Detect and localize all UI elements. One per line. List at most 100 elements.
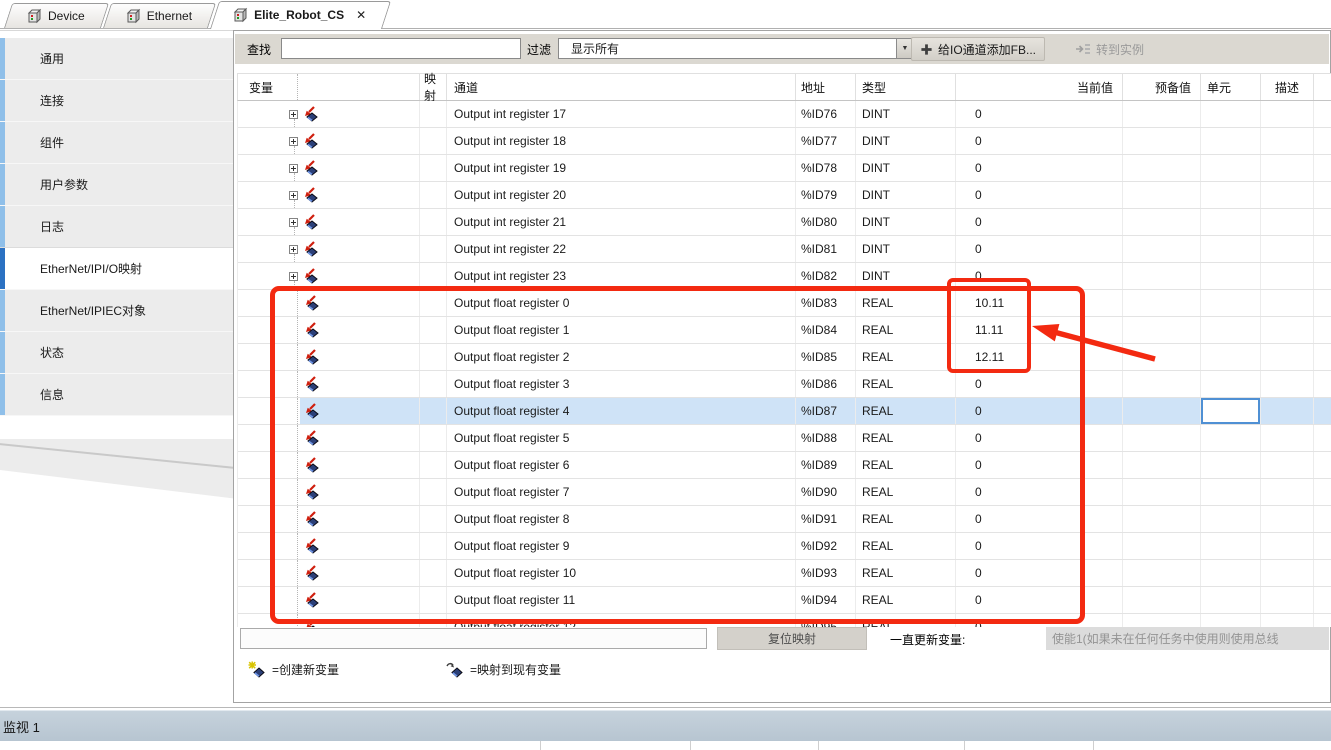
table-row[interactable]: Output float register 2 %ID85 REAL 12.11 xyxy=(238,344,1331,371)
description-cell xyxy=(1261,209,1314,235)
sidebar-item[interactable]: EtherNet/IPI/O映射 xyxy=(0,248,234,290)
prepared-value-cell xyxy=(1123,155,1201,181)
unit-cell[interactable] xyxy=(1201,506,1261,532)
spare-cell xyxy=(1314,425,1331,451)
description-cell xyxy=(1261,614,1314,627)
sidebar-item[interactable]: EtherNet/IPIEC对象 xyxy=(0,290,234,332)
sidebar-item-label: 通用 xyxy=(40,50,64,67)
expand-icon[interactable] xyxy=(289,272,298,281)
type-cell: DINT xyxy=(856,263,956,289)
unit-cell[interactable] xyxy=(1201,614,1261,627)
new-variable-icon xyxy=(304,430,319,446)
unit-cell[interactable] xyxy=(1201,209,1261,235)
sidebar-item[interactable]: 用户参数 xyxy=(0,164,234,206)
current-value-cell: 11.11 xyxy=(956,317,1123,343)
watch-panel-divider xyxy=(0,707,1331,708)
new-variable-icon xyxy=(303,160,318,176)
description-cell xyxy=(1261,425,1314,451)
table-row[interactable]: Output float register 6 %ID89 REAL 0 xyxy=(238,452,1331,479)
table-row[interactable]: Output int register 21 %ID80 DINT 0 xyxy=(238,209,1331,236)
table-row[interactable]: Output float register 10 %ID93 REAL 0 xyxy=(238,560,1331,587)
description-cell xyxy=(1261,344,1314,370)
unit-cell[interactable] xyxy=(1201,398,1261,424)
table-row[interactable]: Output int register 17 %ID76 DINT 0 xyxy=(238,101,1331,128)
spare-cell xyxy=(1314,398,1331,424)
mapping-cell xyxy=(420,371,447,397)
channel-cell: Output float register 6 xyxy=(447,452,796,478)
unit-cell[interactable] xyxy=(1201,479,1261,505)
address-cell: %ID78 xyxy=(796,155,856,181)
column-header-description: 描述 xyxy=(1261,74,1314,100)
unit-cell[interactable] xyxy=(1201,560,1261,586)
expand-icon[interactable] xyxy=(289,110,298,119)
add-fb-button[interactable]: 给IO通道添加FB... xyxy=(911,37,1045,61)
sidebar-item[interactable]: 组件 xyxy=(0,122,234,164)
filter-combobox[interactable]: 显示所有 xyxy=(558,38,897,59)
expand-icon[interactable] xyxy=(289,137,298,146)
channel-cell: Output float register 12 xyxy=(447,614,796,627)
unit-cell[interactable] xyxy=(1201,155,1261,181)
table-row[interactable]: Output int register 20 %ID79 DINT 0 xyxy=(238,182,1331,209)
unit-cell[interactable] xyxy=(1201,290,1261,316)
spare-cell xyxy=(1314,344,1331,370)
type-cell: DINT xyxy=(856,182,956,208)
address-cell: %ID94 xyxy=(796,587,856,613)
sidebar-item[interactable]: 日志 xyxy=(0,206,234,248)
unit-cell[interactable] xyxy=(1201,101,1261,127)
unit-cell[interactable] xyxy=(1201,128,1261,154)
unit-cell[interactable] xyxy=(1201,182,1261,208)
unit-cell[interactable] xyxy=(1201,371,1261,397)
sidebar-item[interactable]: 状态 xyxy=(0,332,234,374)
sidebar-item[interactable]: 通用 xyxy=(0,38,234,80)
table-row[interactable]: Output float register 7 %ID90 REAL 0 xyxy=(238,479,1331,506)
unit-cell[interactable] xyxy=(1201,533,1261,559)
sidebar-item-label: 组件 xyxy=(40,134,64,151)
update-mode-combobox[interactable]: 使能1(如果未在任何任务中使用则使用总线 xyxy=(1046,627,1329,650)
table-row[interactable]: Output float register 3 %ID86 REAL 0 xyxy=(238,371,1331,398)
spare-cell xyxy=(1314,560,1331,586)
expand-icon[interactable] xyxy=(289,218,298,227)
reset-mapping-button[interactable]: 复位映射 xyxy=(717,627,867,650)
table-row[interactable]: Output int register 23 %ID82 DINT 0 xyxy=(238,263,1331,290)
table-row[interactable]: Output float register 12 %ID95 REAL 0 xyxy=(238,614,1331,627)
table-row[interactable]: Output int register 19 %ID78 DINT 0 xyxy=(238,155,1331,182)
sidebar-item[interactable]: 连接 xyxy=(0,80,234,122)
table-row[interactable]: Output int register 18 %ID77 DINT 0 xyxy=(238,128,1331,155)
table-row[interactable]: Output float register 11 %ID94 REAL 0 xyxy=(238,587,1331,614)
unit-cell[interactable] xyxy=(1201,344,1261,370)
expand-icon[interactable] xyxy=(289,164,298,173)
table-row[interactable]: Output float register 1 %ID84 REAL 11.11 xyxy=(238,317,1331,344)
unit-cell[interactable] xyxy=(1201,587,1261,613)
prepared-value-cell xyxy=(1123,587,1201,613)
table-row[interactable]: Output float register 4 %ID87 REAL 0 xyxy=(238,398,1331,425)
expand-icon[interactable] xyxy=(289,191,298,200)
unit-cell[interactable] xyxy=(1201,236,1261,262)
prepared-value-cell xyxy=(1123,317,1201,343)
unit-cell[interactable] xyxy=(1201,263,1261,289)
table-row[interactable]: Output int register 22 %ID81 DINT 0 xyxy=(238,236,1331,263)
unit-cell[interactable] xyxy=(1201,425,1261,451)
watch-panel-titlebar[interactable]: 监视 1 xyxy=(0,710,1331,741)
current-value-cell: 0 xyxy=(956,182,1123,208)
document-tab[interactable]: Elite_Robot_CS ✕ xyxy=(210,1,382,28)
tab-content: Elite_Robot_CS ✕ xyxy=(232,7,366,23)
table-row[interactable]: Output float register 8 %ID91 REAL 0 xyxy=(238,506,1331,533)
table-row[interactable]: Output float register 0 %ID83 REAL 10.11 xyxy=(238,290,1331,317)
expand-icon[interactable] xyxy=(289,245,298,254)
find-input[interactable] xyxy=(281,38,521,59)
close-icon[interactable]: ✕ xyxy=(356,8,366,22)
variable-cell xyxy=(238,128,420,154)
variable-cell xyxy=(238,506,420,532)
table-row[interactable]: Output float register 5 %ID88 REAL 0 xyxy=(238,425,1331,452)
spare-cell xyxy=(1314,263,1331,289)
column-header-channel: 通道 xyxy=(447,74,796,100)
document-tab[interactable]: Ethernet xyxy=(103,3,208,28)
table-row[interactable]: Output float register 9 %ID92 REAL 0 xyxy=(238,533,1331,560)
unit-cell[interactable] xyxy=(1201,317,1261,343)
goto-instance-button[interactable]: 转到实例 xyxy=(1067,37,1152,61)
mapping-toolbar: 查找 过滤 显示所有 ▼ 给IO通道添加FB... 转到实例 xyxy=(235,34,1329,64)
document-tab[interactable]: Device xyxy=(4,3,101,28)
current-value-cell: 0 xyxy=(956,587,1123,613)
sidebar-item[interactable]: 信息 xyxy=(0,374,234,416)
unit-cell[interactable] xyxy=(1201,452,1261,478)
